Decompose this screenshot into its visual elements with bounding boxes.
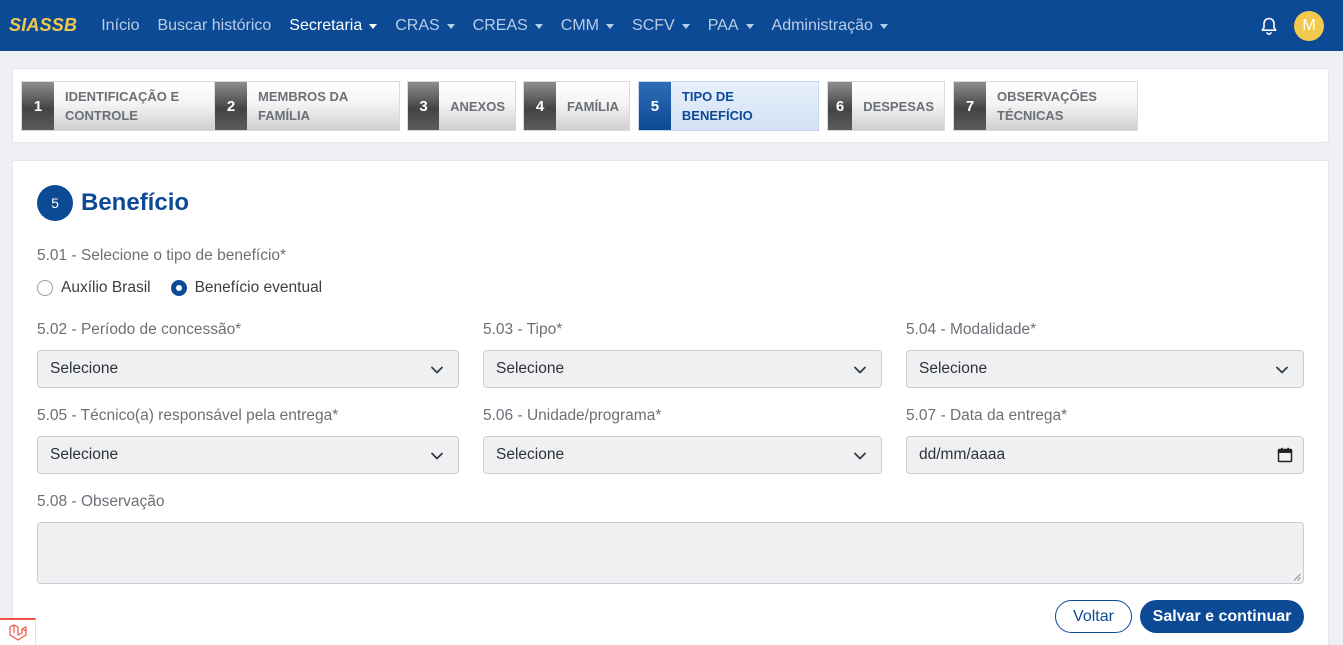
technician-select[interactable]: Selecione [37, 436, 459, 474]
benefit-form: 5 Benefício 5.01 - Selecione o tipo de b… [12, 160, 1329, 645]
caret-down-icon [446, 23, 455, 29]
step-label: MEMBROS DA FAMÍLIA [258, 89, 349, 123]
caret-down-icon [681, 23, 690, 29]
nav-item-label: Buscar histórico [157, 16, 272, 34]
step-number: 4 [524, 82, 556, 130]
section-title: Benefício [81, 189, 190, 216]
step-label: IDENTIFICAÇÃO E CONTROLE [65, 89, 180, 123]
step-number: 5 [639, 82, 671, 130]
observation-label: 5.08 - Observação [37, 493, 165, 510]
type-select[interactable]: Selecione [483, 350, 882, 388]
step-number: 2 [215, 82, 247, 130]
concession-period-select[interactable]: Selecione [37, 350, 459, 388]
step-number: 6 [828, 82, 853, 130]
delivery-date-input[interactable]: dd/mm/aaaa [906, 436, 1304, 474]
radio-label: Auxílio Brasil [61, 279, 151, 296]
chevron-down-icon [854, 452, 866, 460]
nav-item-creas[interactable]: CREAS [473, 17, 543, 35]
date-placeholder: dd/mm/aaaa [919, 446, 1006, 463]
resize-grip-icon[interactable] [1293, 573, 1301, 581]
nav-item-label: Administração [771, 16, 873, 34]
step-number: 3 [408, 82, 440, 130]
radio-beneficio-eventual[interactable]: Benefício eventual [170, 279, 323, 297]
benefit-type-label: 5.01 - Selecione o tipo de benefício* [37, 247, 287, 264]
nav-item-scfv[interactable]: SCFV [632, 17, 690, 35]
nav-item-label: SCFV [632, 16, 675, 34]
nav-item-cras[interactable]: CRAS [395, 16, 455, 35]
chevron-down-icon [1276, 366, 1288, 374]
nav-item-label: Início [101, 16, 140, 34]
step-label: DESPESAS [863, 98, 934, 114]
caret-down-icon [369, 23, 378, 29]
delivery-date-label: 5.07 - Data da entrega* [906, 407, 1068, 424]
chevron-down-icon [431, 366, 443, 374]
nav-item-buscar-hist-rico[interactable]: Buscar histórico [157, 17, 271, 35]
back-button[interactable]: Voltar [1055, 600, 1132, 633]
step-1[interactable]: 1 IDENTIFICAÇÃO E CONTROLE [21, 81, 215, 131]
step-label: OBSERVAÇÕES TÉCNICAS [997, 89, 1097, 123]
chevron-down-icon [431, 452, 443, 460]
brand-logo[interactable]: SIASSB [9, 15, 77, 36]
nav-item-administra-o[interactable]: Administração [772, 17, 888, 35]
unit-program-select[interactable]: Selecione [483, 436, 882, 474]
laravel-debugbar-icon[interactable] [0, 618, 36, 645]
caret-down-icon [534, 23, 543, 29]
unit-program-label: 5.06 - Unidade/programa* [483, 407, 662, 424]
select-value: Selecione [50, 360, 119, 377]
concession-period-label: 5.02 - Período de concessão* [37, 321, 242, 338]
step-label: FAMÍLIA [567, 98, 619, 114]
observation-textarea[interactable] [37, 522, 1304, 584]
caret-down-icon [745, 23, 754, 29]
step-5[interactable]: 5 TIPO DE BENEFÍCIO [638, 81, 819, 131]
caret-down-icon [879, 23, 888, 29]
benefit-type-radio-group: Auxílio Brasil Benefício eventual [37, 279, 342, 297]
step-number: 7 [954, 82, 986, 130]
step-4[interactable]: 4 FAMÍLIA [523, 81, 630, 131]
radio-button-checked[interactable] [170, 280, 187, 296]
step-number: 1 [22, 82, 54, 130]
navbar-right: M [1258, 0, 1343, 51]
section-header: 5 Benefício [37, 185, 189, 221]
step-3[interactable]: 3 ANEXOS [407, 81, 516, 131]
modality-select[interactable]: Selecione [906, 350, 1304, 388]
chevron-down-icon [854, 366, 866, 374]
step-label: ANEXOS [450, 98, 505, 114]
nav-item-secretaria[interactable]: Secretaria [289, 16, 378, 35]
user-avatar[interactable]: M [1294, 10, 1324, 41]
calendar-icon[interactable] [1277, 447, 1293, 463]
nav-item-in-cio[interactable]: Início [101, 17, 139, 35]
nav-item-label: CREAS [472, 16, 528, 34]
select-value: Selecione [496, 446, 565, 463]
radio-auxilio-brasil[interactable]: Auxílio Brasil [37, 279, 151, 297]
caret-down-icon [606, 23, 615, 29]
radio-button[interactable] [37, 280, 53, 296]
nav-menu: Início Buscar histórico Secretaria CRAS CREA… [89, 17, 894, 35]
type-label: 5.03 - Tipo* [483, 321, 563, 338]
modality-label: 5.04 - Modalidade* [906, 321, 1037, 338]
step-label: TIPO DE BENEFÍCIO [681, 89, 753, 123]
radio-label: Benefício eventual [194, 279, 323, 296]
nav-item-label: CRAS [395, 16, 440, 34]
nav-item-label: Secretaria [289, 16, 363, 34]
nav-item-label: CMM [560, 16, 600, 34]
nav-item-label: PAA [707, 16, 739, 34]
top-navbar: SIASSB Início Buscar histórico Secretaria C… [0, 0, 1343, 51]
nav-item-paa[interactable]: PAA [708, 17, 754, 35]
technician-label: 5.05 - Técnico(a) responsável pela entre… [37, 407, 339, 424]
section-number-badge: 5 [37, 185, 73, 221]
form-stepper: 1 IDENTIFICAÇÃO E CONTROLE 2 MEMBROS DA FA… [12, 68, 1329, 143]
save-continue-button[interactable]: Salvar e continuar [1140, 600, 1304, 633]
select-value: Selecione [50, 446, 119, 463]
step-2[interactable]: 2 MEMBROS DA FAMÍLIA [214, 81, 400, 131]
select-value: Selecione [919, 360, 988, 377]
select-value: Selecione [496, 360, 565, 377]
step-6[interactable]: 6 DESPESAS [827, 81, 945, 131]
step-7[interactable]: 7 OBSERVAÇÕES TÉCNICAS [953, 81, 1138, 131]
nav-item-cmm[interactable]: CMM [560, 16, 615, 35]
bell-icon[interactable] [1258, 15, 1280, 37]
